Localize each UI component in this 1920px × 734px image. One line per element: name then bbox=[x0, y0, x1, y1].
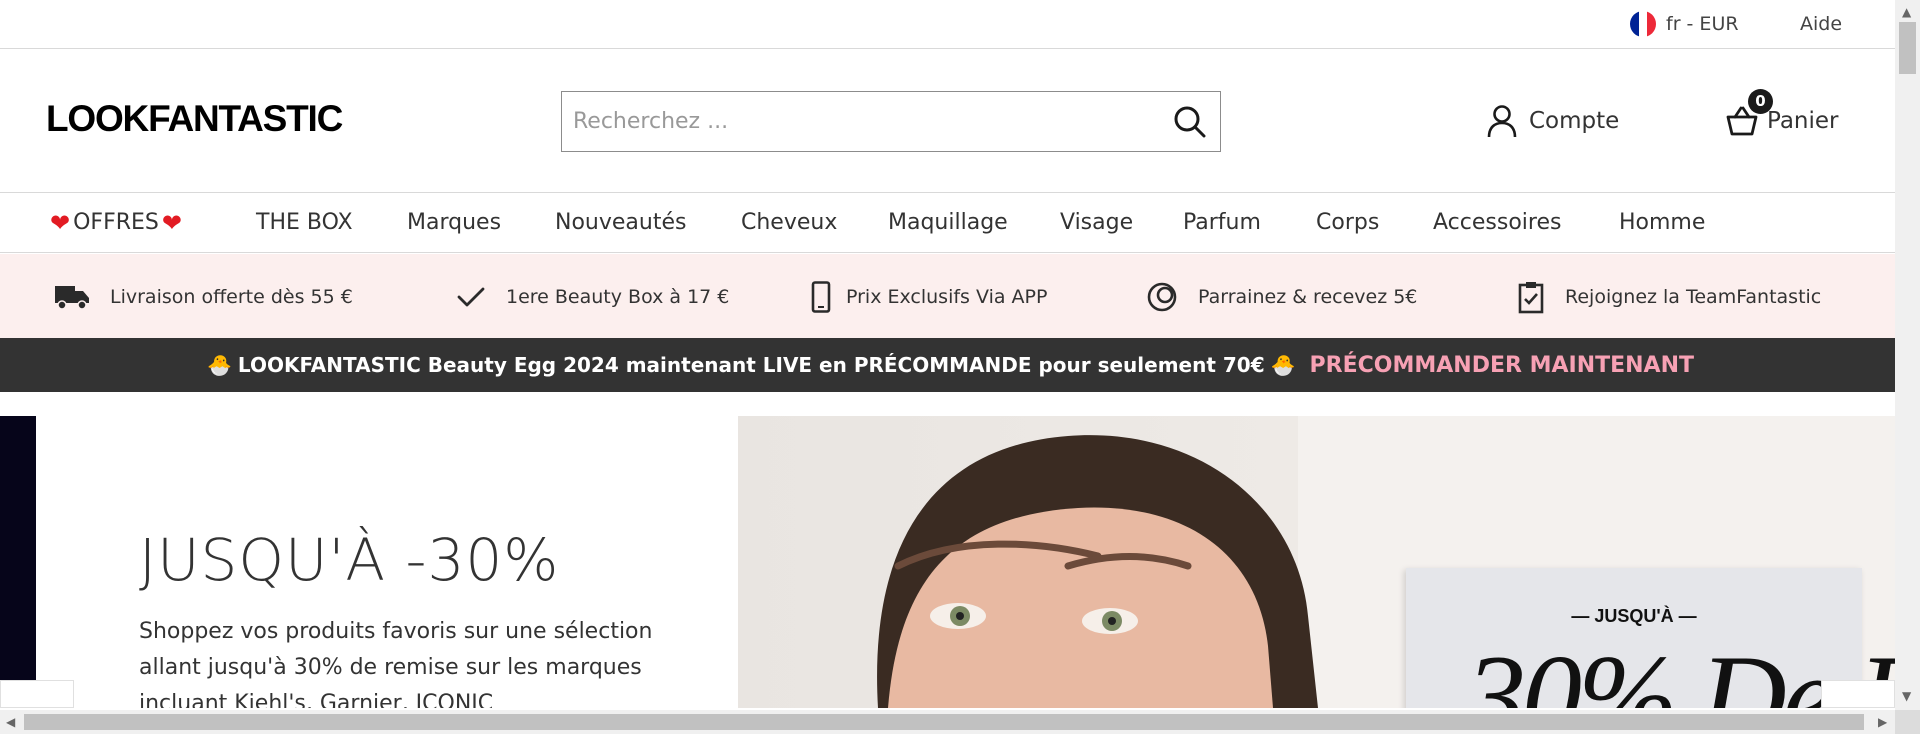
nav-item-cheveux[interactable]: Cheveux bbox=[741, 210, 837, 235]
nav-item-accessoires[interactable]: Accessoires bbox=[1433, 210, 1561, 235]
promo-text: LOOKFANTASTIC Beauty Egg 2024 maintenant… bbox=[237, 353, 1265, 377]
horizontal-scrollbar[interactable]: ◀ ▶ bbox=[0, 710, 1895, 734]
discount-card-label: — JUSQU'À — bbox=[1571, 606, 1697, 626]
account-label: Compte bbox=[1529, 108, 1620, 134]
hero-image[interactable]: — JUSQU'À — 30% De Remise bbox=[738, 416, 1895, 708]
nav-item-label: OFFRES bbox=[73, 210, 159, 235]
scroll-up-icon[interactable]: ▲ bbox=[1902, 6, 1911, 18]
clipboard-check-icon bbox=[1518, 282, 1544, 314]
usp-label: Livraison offerte dès 55 € bbox=[110, 286, 353, 308]
locale-selector[interactable]: fr - EUR bbox=[1630, 10, 1739, 38]
previous-slide-peek[interactable] bbox=[0, 416, 36, 708]
hero-carousel: JUSQU'À -30% Shoppez vos produits favori… bbox=[0, 416, 1895, 708]
cart-label: Panier bbox=[1767, 108, 1839, 134]
cart-link[interactable]: 0 Panier bbox=[1725, 89, 1839, 139]
search-box bbox=[561, 91, 1221, 152]
hatching-chick-icon: 🐣 bbox=[207, 353, 232, 377]
truck-icon bbox=[55, 286, 89, 310]
cart-count-badge: 0 bbox=[1748, 89, 1773, 114]
scroll-left-icon[interactable]: ◀ bbox=[6, 716, 15, 728]
hero-description: Shoppez vos produits favoris sur une sél… bbox=[139, 619, 653, 708]
vertical-scroll-thumb[interactable] bbox=[1899, 22, 1916, 74]
heart-icon: ❤ bbox=[50, 208, 71, 237]
discount-card: — JUSQU'À — 30% De Remise bbox=[1406, 568, 1895, 708]
site-logo[interactable]: LOOKFANTASTIC bbox=[46, 98, 343, 140]
vertical-scrollbar[interactable]: ▲ ▼ bbox=[1895, 0, 1920, 710]
preorder-cta-link[interactable]: PRÉCOMMANDER MAINTENANT bbox=[1310, 353, 1694, 378]
nav-item-offres[interactable]: ❤ OFFRES ❤ bbox=[50, 210, 182, 235]
nav-item-visage[interactable]: Visage bbox=[1060, 210, 1133, 235]
usp-label: Rejoignez la TeamFantastic bbox=[1565, 286, 1822, 308]
horizontal-scroll-thumb[interactable] bbox=[24, 714, 1864, 730]
usp-item-beauty-box[interactable]: 1ere Beauty Box à 17 € bbox=[456, 280, 729, 314]
nav-item-nouveautes[interactable]: Nouveautés bbox=[555, 210, 686, 235]
usp-bar: Livraison offerte dès 55 € 1ere Beauty B… bbox=[0, 254, 1895, 338]
main-nav: ❤ OFFRES ❤ THE BOX Marques Nouveautés Ch… bbox=[0, 194, 1895, 253]
search-input[interactable] bbox=[562, 92, 1152, 151]
scroll-right-icon[interactable]: ▶ bbox=[1878, 716, 1887, 728]
referral-icon bbox=[1147, 282, 1177, 312]
hero-heading: JUSQU'À -30% bbox=[139, 526, 560, 594]
usp-item-referral[interactable]: Parrainez & recevez 5€ bbox=[1146, 280, 1417, 314]
carousel-next-button[interactable] bbox=[1821, 680, 1895, 708]
nav-item-homme[interactable]: Homme bbox=[1619, 210, 1705, 235]
search-icon bbox=[1174, 106, 1206, 138]
usp-item-app[interactable]: Prix Exclusifs Via APP bbox=[810, 280, 1047, 314]
basket-icon: 0 bbox=[1725, 89, 1773, 139]
search-button[interactable] bbox=[1172, 104, 1208, 140]
usp-item-teamfantastic[interactable]: Rejoignez la TeamFantastic bbox=[1517, 280, 1821, 314]
usp-label: 1ere Beauty Box à 17 € bbox=[506, 286, 730, 308]
nav-item-parfum[interactable]: Parfum bbox=[1183, 210, 1261, 235]
scrollbar-corner bbox=[1895, 710, 1920, 734]
phone-icon bbox=[811, 281, 831, 313]
utility-bar: fr - EUR Aide bbox=[0, 0, 1895, 49]
france-flag-icon bbox=[1630, 11, 1656, 37]
check-icon bbox=[457, 287, 485, 307]
heart-icon: ❤ bbox=[161, 208, 182, 237]
nav-item-the-box[interactable]: THE BOX bbox=[256, 210, 353, 235]
locale-label: fr - EUR bbox=[1666, 13, 1739, 35]
carousel-prev-button[interactable] bbox=[0, 680, 74, 708]
promo-banner[interactable]: 🐣 LOOKFANTASTIC Beauty Egg 2024 maintena… bbox=[0, 338, 1895, 392]
site-header: LOOKFANTASTIC Compte 0 Panier bbox=[0, 49, 1895, 193]
user-icon bbox=[1487, 105, 1517, 138]
help-link[interactable]: Aide bbox=[1800, 10, 1842, 38]
usp-label: Prix Exclusifs Via APP bbox=[846, 286, 1048, 308]
scroll-down-icon[interactable]: ▼ bbox=[1902, 690, 1911, 702]
nav-item-maquillage[interactable]: Maquillage bbox=[888, 210, 1008, 235]
usp-label: Parrainez & recevez 5€ bbox=[1198, 286, 1418, 308]
usp-item-delivery[interactable]: Livraison offerte dès 55 € bbox=[54, 280, 353, 314]
account-link[interactable]: Compte bbox=[1487, 103, 1619, 139]
nav-item-corps[interactable]: Corps bbox=[1316, 210, 1379, 235]
hatching-chick-icon: 🐣 bbox=[1270, 353, 1296, 377]
nav-item-marques[interactable]: Marques bbox=[407, 210, 501, 235]
